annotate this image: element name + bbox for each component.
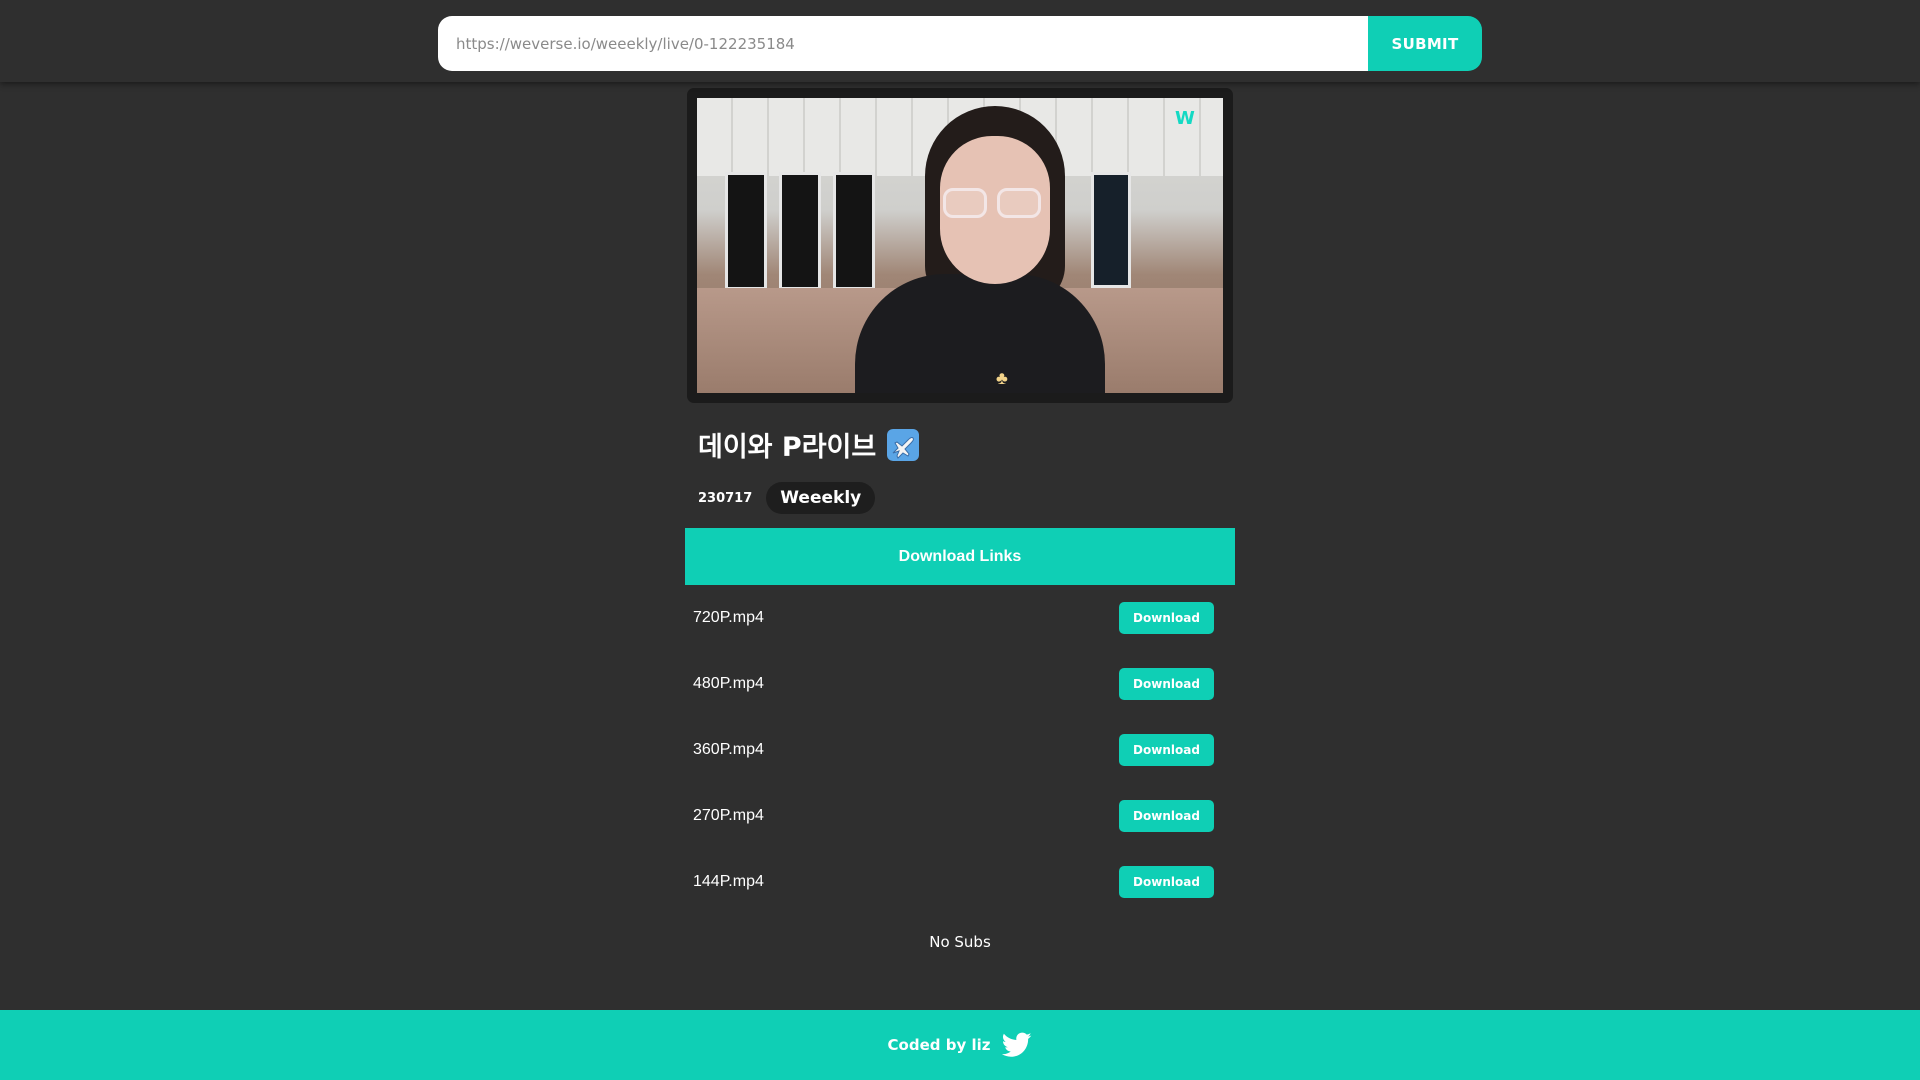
no-subs-text: No Subs xyxy=(929,933,991,951)
file-name: 480P.mp4 xyxy=(693,675,764,692)
download-row: 360P.mp4 Download xyxy=(685,717,1235,783)
file-name: 144P.mp4 xyxy=(693,873,764,890)
shirt-logo-icon: ♣ xyxy=(996,368,1008,388)
download-row: 144P.mp4 Download xyxy=(685,849,1235,915)
file-name: 360P.mp4 xyxy=(693,741,764,758)
download-button-270p[interactable]: Download xyxy=(1119,800,1214,832)
weverse-logo-icon: W xyxy=(1175,108,1195,129)
video-thumbnail: ♣ W xyxy=(697,98,1223,393)
file-name: 720P.mp4 xyxy=(693,609,764,626)
download-button-480p[interactable]: Download xyxy=(1119,668,1214,700)
top-bar: SUBMIT xyxy=(0,0,1920,82)
download-row: 720P.mp4 Download xyxy=(685,585,1235,651)
download-button-144p[interactable]: Download xyxy=(1119,866,1214,898)
download-row: 270P.mp4 Download xyxy=(685,783,1235,849)
footer: Coded by liz xyxy=(0,1010,1920,1080)
url-input[interactable] xyxy=(438,16,1368,71)
download-button-360p[interactable]: Download xyxy=(1119,734,1214,766)
download-button-720p[interactable]: Download xyxy=(1119,602,1214,634)
url-form: SUBMIT xyxy=(438,16,1482,71)
file-name: 270P.mp4 xyxy=(693,807,764,824)
video-date: 230717 xyxy=(698,490,753,506)
airplane-icon xyxy=(887,428,920,461)
submit-button[interactable]: SUBMIT xyxy=(1368,16,1482,71)
main-column: ♣ W 데이와 P라이브 230717 Weeekly Download Lin… xyxy=(685,88,1235,951)
thumbnail-frame: ♣ W xyxy=(687,88,1233,403)
twitter-icon[interactable] xyxy=(1002,1032,1032,1058)
footer-credit: Coded by liz xyxy=(887,1036,991,1054)
video-title-text: 데이와 P라이브 xyxy=(698,432,877,463)
download-row: 480P.mp4 Download xyxy=(685,651,1235,717)
video-meta: 230717 Weeekly xyxy=(698,482,1235,514)
artist-badge: Weeekly xyxy=(766,482,876,514)
download-list: 720P.mp4 Download 480P.mp4 Download 360P… xyxy=(685,585,1235,915)
video-title: 데이와 P라이브 xyxy=(698,425,1235,464)
download-links-header: Download Links xyxy=(685,528,1235,585)
